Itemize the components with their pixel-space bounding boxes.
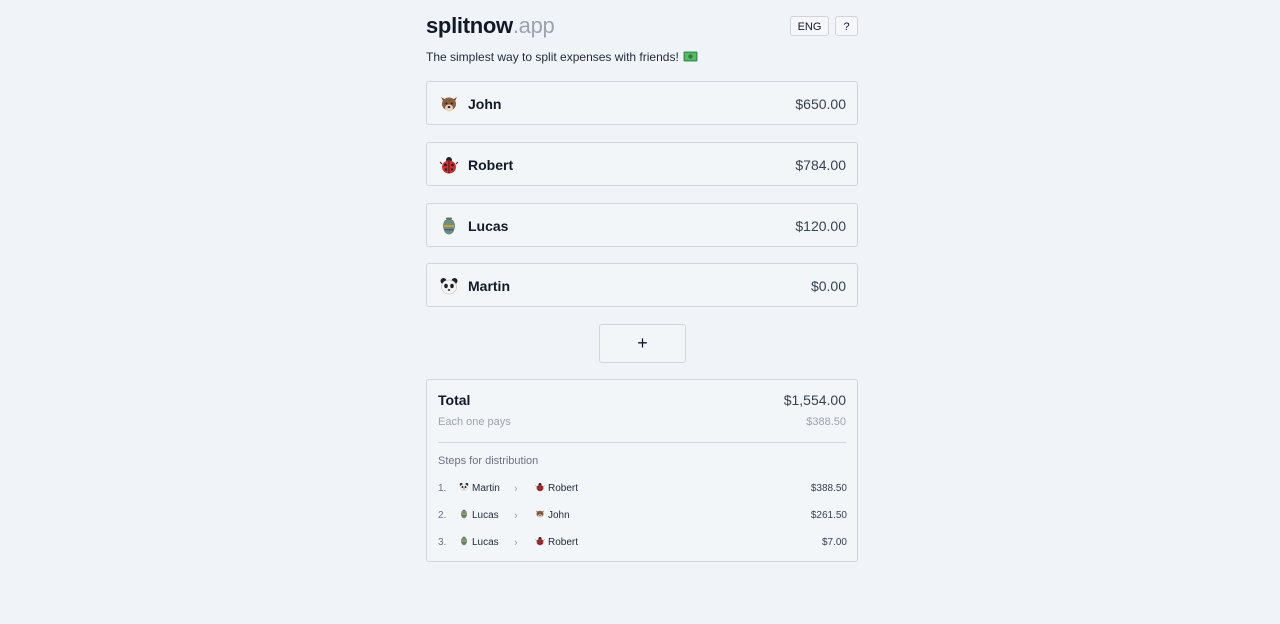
distribution-step: 2. Lucas › John $261.50 xyxy=(438,508,847,524)
step-to-name: John xyxy=(548,510,570,521)
each-pays-value: $388.50 xyxy=(806,416,846,428)
step-number: 3. xyxy=(438,537,447,548)
person-card-john[interactable]: John $650.00 xyxy=(426,81,858,125)
step-number: 2. xyxy=(438,510,447,521)
step-to-name: Robert xyxy=(548,537,579,548)
step-amount: $388.50 xyxy=(810,483,847,494)
person-name[interactable]: Lucas xyxy=(468,217,508,235)
vase-icon[interactable] xyxy=(439,216,459,236)
wolf-icon xyxy=(535,509,545,519)
step-from-name: Lucas xyxy=(472,510,499,521)
person-amount[interactable]: $0.00 xyxy=(811,277,846,295)
chevron-right-icon: › xyxy=(514,510,518,522)
vase-icon xyxy=(459,509,469,519)
person-amount[interactable]: $120.00 xyxy=(795,217,846,235)
steps-title: Steps for distribution xyxy=(438,455,539,467)
wolf-icon[interactable] xyxy=(439,94,459,114)
money-icon xyxy=(683,51,698,62)
logo-tld: .app xyxy=(512,13,555,38)
distribution-step: 3. Lucas › Robert $7.00 xyxy=(438,535,847,551)
app-header: splitnow.app ENG ? xyxy=(426,12,858,42)
step-from: Lucas xyxy=(459,508,499,524)
step-from-name: Lucas xyxy=(472,537,499,548)
chevron-right-icon: › xyxy=(514,537,518,549)
person-card-martin[interactable]: Martin $0.00 xyxy=(426,263,858,307)
panda-icon[interactable] xyxy=(439,276,459,296)
step-to-name: Robert xyxy=(548,483,579,494)
step-from-name: Martin xyxy=(472,483,500,494)
tagline: The simplest way to split expenses with … xyxy=(426,49,698,65)
logo: splitnow.app xyxy=(426,12,555,40)
total-value: $1,554.00 xyxy=(783,392,846,408)
logo-main: splitnow xyxy=(426,13,513,38)
person-card-robert[interactable]: Robert $784.00 xyxy=(426,142,858,186)
step-to: John xyxy=(535,508,570,524)
help-button[interactable]: ? xyxy=(835,16,858,36)
each-pays-label: Each one pays xyxy=(438,416,511,428)
person-amount[interactable]: $784.00 xyxy=(795,156,846,174)
person-name[interactable]: John xyxy=(468,95,501,113)
step-number: 1. xyxy=(438,483,447,494)
language-button[interactable]: ENG xyxy=(790,16,829,36)
step-from: Martin xyxy=(459,481,500,497)
chevron-right-icon: › xyxy=(514,483,518,495)
person-name[interactable]: Martin xyxy=(468,277,510,295)
ladybug-icon xyxy=(535,482,545,492)
total-label: Total xyxy=(438,392,471,408)
step-to: Robert xyxy=(535,535,578,551)
step-amount: $261.50 xyxy=(810,510,847,521)
ladybug-icon xyxy=(535,536,545,546)
tagline-text: The simplest way to split expenses with … xyxy=(426,50,679,64)
person-name[interactable]: Robert xyxy=(468,156,513,174)
person-amount[interactable]: $650.00 xyxy=(795,95,846,113)
step-from: Lucas xyxy=(459,535,499,551)
person-card-lucas[interactable]: Lucas $120.00 xyxy=(426,203,858,247)
ladybug-icon[interactable] xyxy=(439,155,459,175)
distribution-step: 1. Martin › Robert $388.50 xyxy=(438,481,847,497)
divider xyxy=(438,442,846,443)
panda-icon xyxy=(459,482,469,492)
vase-icon xyxy=(459,536,469,546)
summary-card: Total $1,554.00 Each one pays $388.50 St… xyxy=(426,379,858,562)
step-amount: $7.00 xyxy=(821,537,847,548)
step-to: Robert xyxy=(535,481,578,497)
add-person-button[interactable]: + xyxy=(599,324,686,363)
